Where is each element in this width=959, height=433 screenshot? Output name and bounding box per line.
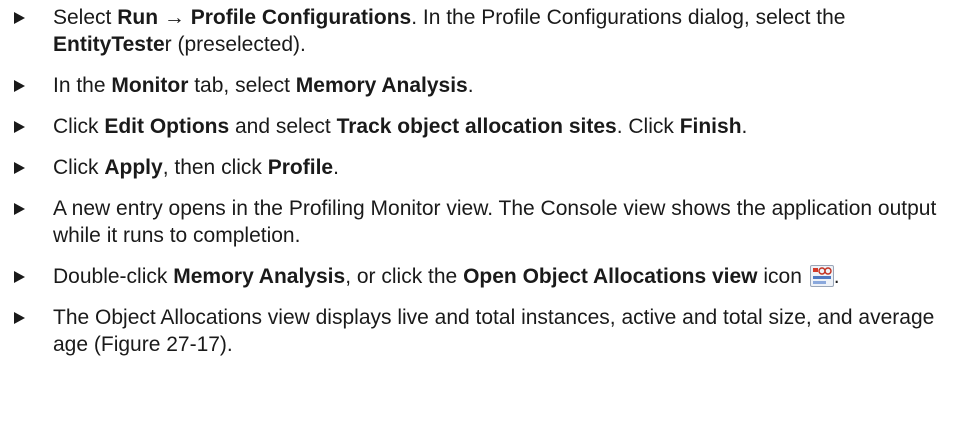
step-text: In the Monitor tab, select Memory Analys… bbox=[53, 74, 474, 97]
object-allocations-view-icon bbox=[809, 265, 834, 287]
step-text: Select Run → Profile Configurations. In … bbox=[53, 6, 852, 56]
list-item-open-object-allocations: Double-click Memory Analysis, or click t… bbox=[0, 263, 959, 290]
list-item-edit-options: Click Edit Options and select Track obje… bbox=[0, 113, 959, 140]
right-pointing-triangle-icon bbox=[14, 203, 25, 215]
step-text: The Object Allocations view displays liv… bbox=[53, 306, 941, 356]
right-pointing-triangle-icon bbox=[14, 312, 25, 324]
right-pointing-triangle-icon bbox=[14, 162, 25, 174]
list-item-profiling-monitor-entry: A new entry opens in the Profiling Monit… bbox=[0, 195, 959, 249]
list-item-select-run-profile-configurations: Select Run → Profile Configurations. In … bbox=[0, 4, 959, 58]
right-pointing-triangle-icon bbox=[14, 12, 25, 24]
right-pointing-triangle-icon bbox=[14, 271, 25, 283]
right-pointing-triangle-icon bbox=[14, 121, 25, 133]
step-text: Click Edit Options and select Track obje… bbox=[53, 115, 748, 138]
right-pointing-triangle-icon bbox=[14, 80, 25, 92]
list-item-object-allocations-view-display: The Object Allocations view displays liv… bbox=[0, 304, 959, 358]
instruction-list: Select Run → Profile Configurations. In … bbox=[0, 4, 959, 372]
list-item-apply-profile: Click Apply, then click Profile. bbox=[0, 154, 959, 181]
document-page: Select Run → Profile Configurations. In … bbox=[0, 0, 959, 433]
list-item-monitor-tab: In the Monitor tab, select Memory Analys… bbox=[0, 72, 959, 99]
step-text: Double-click Memory Analysis, or click t… bbox=[53, 265, 840, 288]
step-text: A new entry opens in the Profiling Monit… bbox=[53, 197, 943, 247]
step-text: Click Apply, then click Profile. bbox=[53, 156, 339, 179]
